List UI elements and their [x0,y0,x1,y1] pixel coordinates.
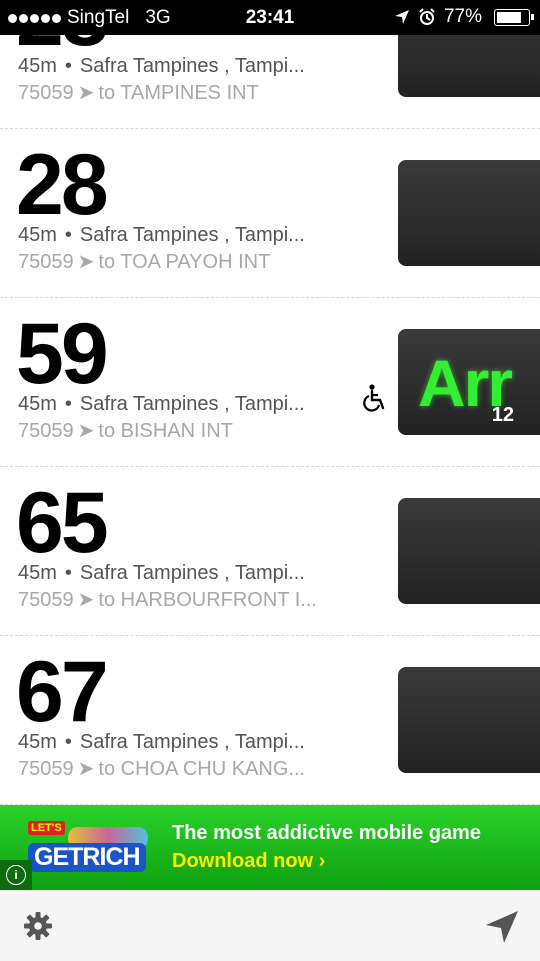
arrival-time-box [398,498,540,604]
stop-info: 45m • Safra Tampines , Tampi... [18,731,305,754]
bus-row[interactable]: 28 45m•Safra Tampines , Tampi... 75059➤t… [0,35,540,129]
alarm-icon [419,8,435,25]
logo-main-text: GETRICH [28,843,146,872]
stop-name: Safra Tampines , Tampi... [79,55,305,77]
stop-name: Safra Tampines , Tampi... [79,731,305,753]
distance: 45m [18,562,57,584]
stop-code: 75059 [18,420,74,442]
direction-arrow-icon: ➤ [77,82,95,104]
bottom-toolbar [0,890,540,961]
separator-dot: • [64,731,72,753]
battery-icon [494,8,534,26]
location-arrow-icon[interactable] [484,909,520,945]
next-arrival-minutes: 12 [491,404,514,426]
arrival-time-box [398,160,540,266]
destination: to TOA PAYOH INT [98,251,271,273]
logo-small-text: LET'S [28,821,65,835]
stop-code: 75059 [18,82,74,104]
separator-dot: • [64,393,72,415]
bus-number: 67 [16,644,109,740]
game-logo: LET'S GETRICH [28,821,158,877]
destination: to HARBOURFRONT I... [98,589,317,611]
stop-code: 75059 [18,589,74,611]
route-info: 75059 ➤ to CHOA CHU KANG... [18,756,305,781]
arrival-time-box: Arr 12 [398,329,540,435]
direction-arrow-icon: ➤ [77,420,95,442]
destination: to TAMPINES INT [98,82,259,104]
route-info: 75059 ➤ to HARBOURFRONT I... [18,587,317,612]
separator-dot: • [64,55,72,77]
arrival-time-box [398,667,540,773]
bus-arrival-list[interactable]: 28 45m•Safra Tampines , Tampi... 75059➤t… [0,35,540,805]
bus-row[interactable]: 59 45m • Safra Tampines , Tampi... 75059 ➤ t… [0,297,540,467]
stop-code: 75059 [18,251,74,273]
stop-name: Safra Tampines , Tampi... [79,562,305,584]
destination: to BISHAN INT [98,420,233,442]
ad-banner[interactable]: LET'S GETRICH The most addictive mobile … [0,805,540,890]
route-info: 75059 ➤ to TOA PAYOH INT [18,249,270,274]
route-info: 75059 ➤ to TAMPINES INT [18,80,259,105]
arrival-time-box [398,35,540,97]
distance: 45m [18,393,57,415]
direction-arrow-icon: ➤ [77,758,95,780]
bus-row[interactable]: 65 45m • Safra Tampines , Tampi... 75059 ➤ t… [0,466,540,636]
bus-row[interactable]: 67 45m • Safra Tampines , Tampi... 75059 ➤ t… [0,635,540,805]
ad-download-link[interactable]: Download now › [172,850,325,873]
wheelchair-icon [363,384,385,412]
stop-code: 75059 [18,758,74,780]
stop-info: 45m • Safra Tampines , Tampi... [18,55,305,78]
bus-number: 59 [16,306,109,402]
location-services-icon [394,10,409,24]
ad-info-icon[interactable]: i [0,860,32,890]
bus-number: 65 [16,475,109,571]
route-info: 75059 ➤ to BISHAN INT [18,418,233,443]
battery-percentage: 77% [443,6,482,27]
ad-title: The most addictive mobile game [172,822,481,844]
bus-number: 28 [16,137,109,233]
separator-dot: • [64,562,72,584]
direction-arrow-icon: ➤ [77,589,95,611]
direction-arrow-icon: ➤ [77,251,95,273]
stop-info: 45m • Safra Tampines , Tampi... [18,393,305,416]
distance: 45m [18,224,57,246]
stop-info: 45m • Safra Tampines , Tampi... [18,224,305,247]
stop-info: 45m • Safra Tampines , Tampi... [18,562,305,585]
stop-name: Safra Tampines , Tampi... [79,393,305,415]
stop-name: Safra Tampines , Tampi... [79,224,305,246]
separator-dot: • [64,224,72,246]
distance: 45m [18,731,57,753]
destination: to CHOA CHU KANG... [98,758,306,780]
distance: 45m [18,55,57,77]
status-bar: SingTel 3G 23:41 77% [0,0,540,35]
gear-icon[interactable] [22,910,54,942]
bus-row[interactable]: 28 45m • Safra Tampines , Tampi... 75059➤t… [0,128,540,298]
